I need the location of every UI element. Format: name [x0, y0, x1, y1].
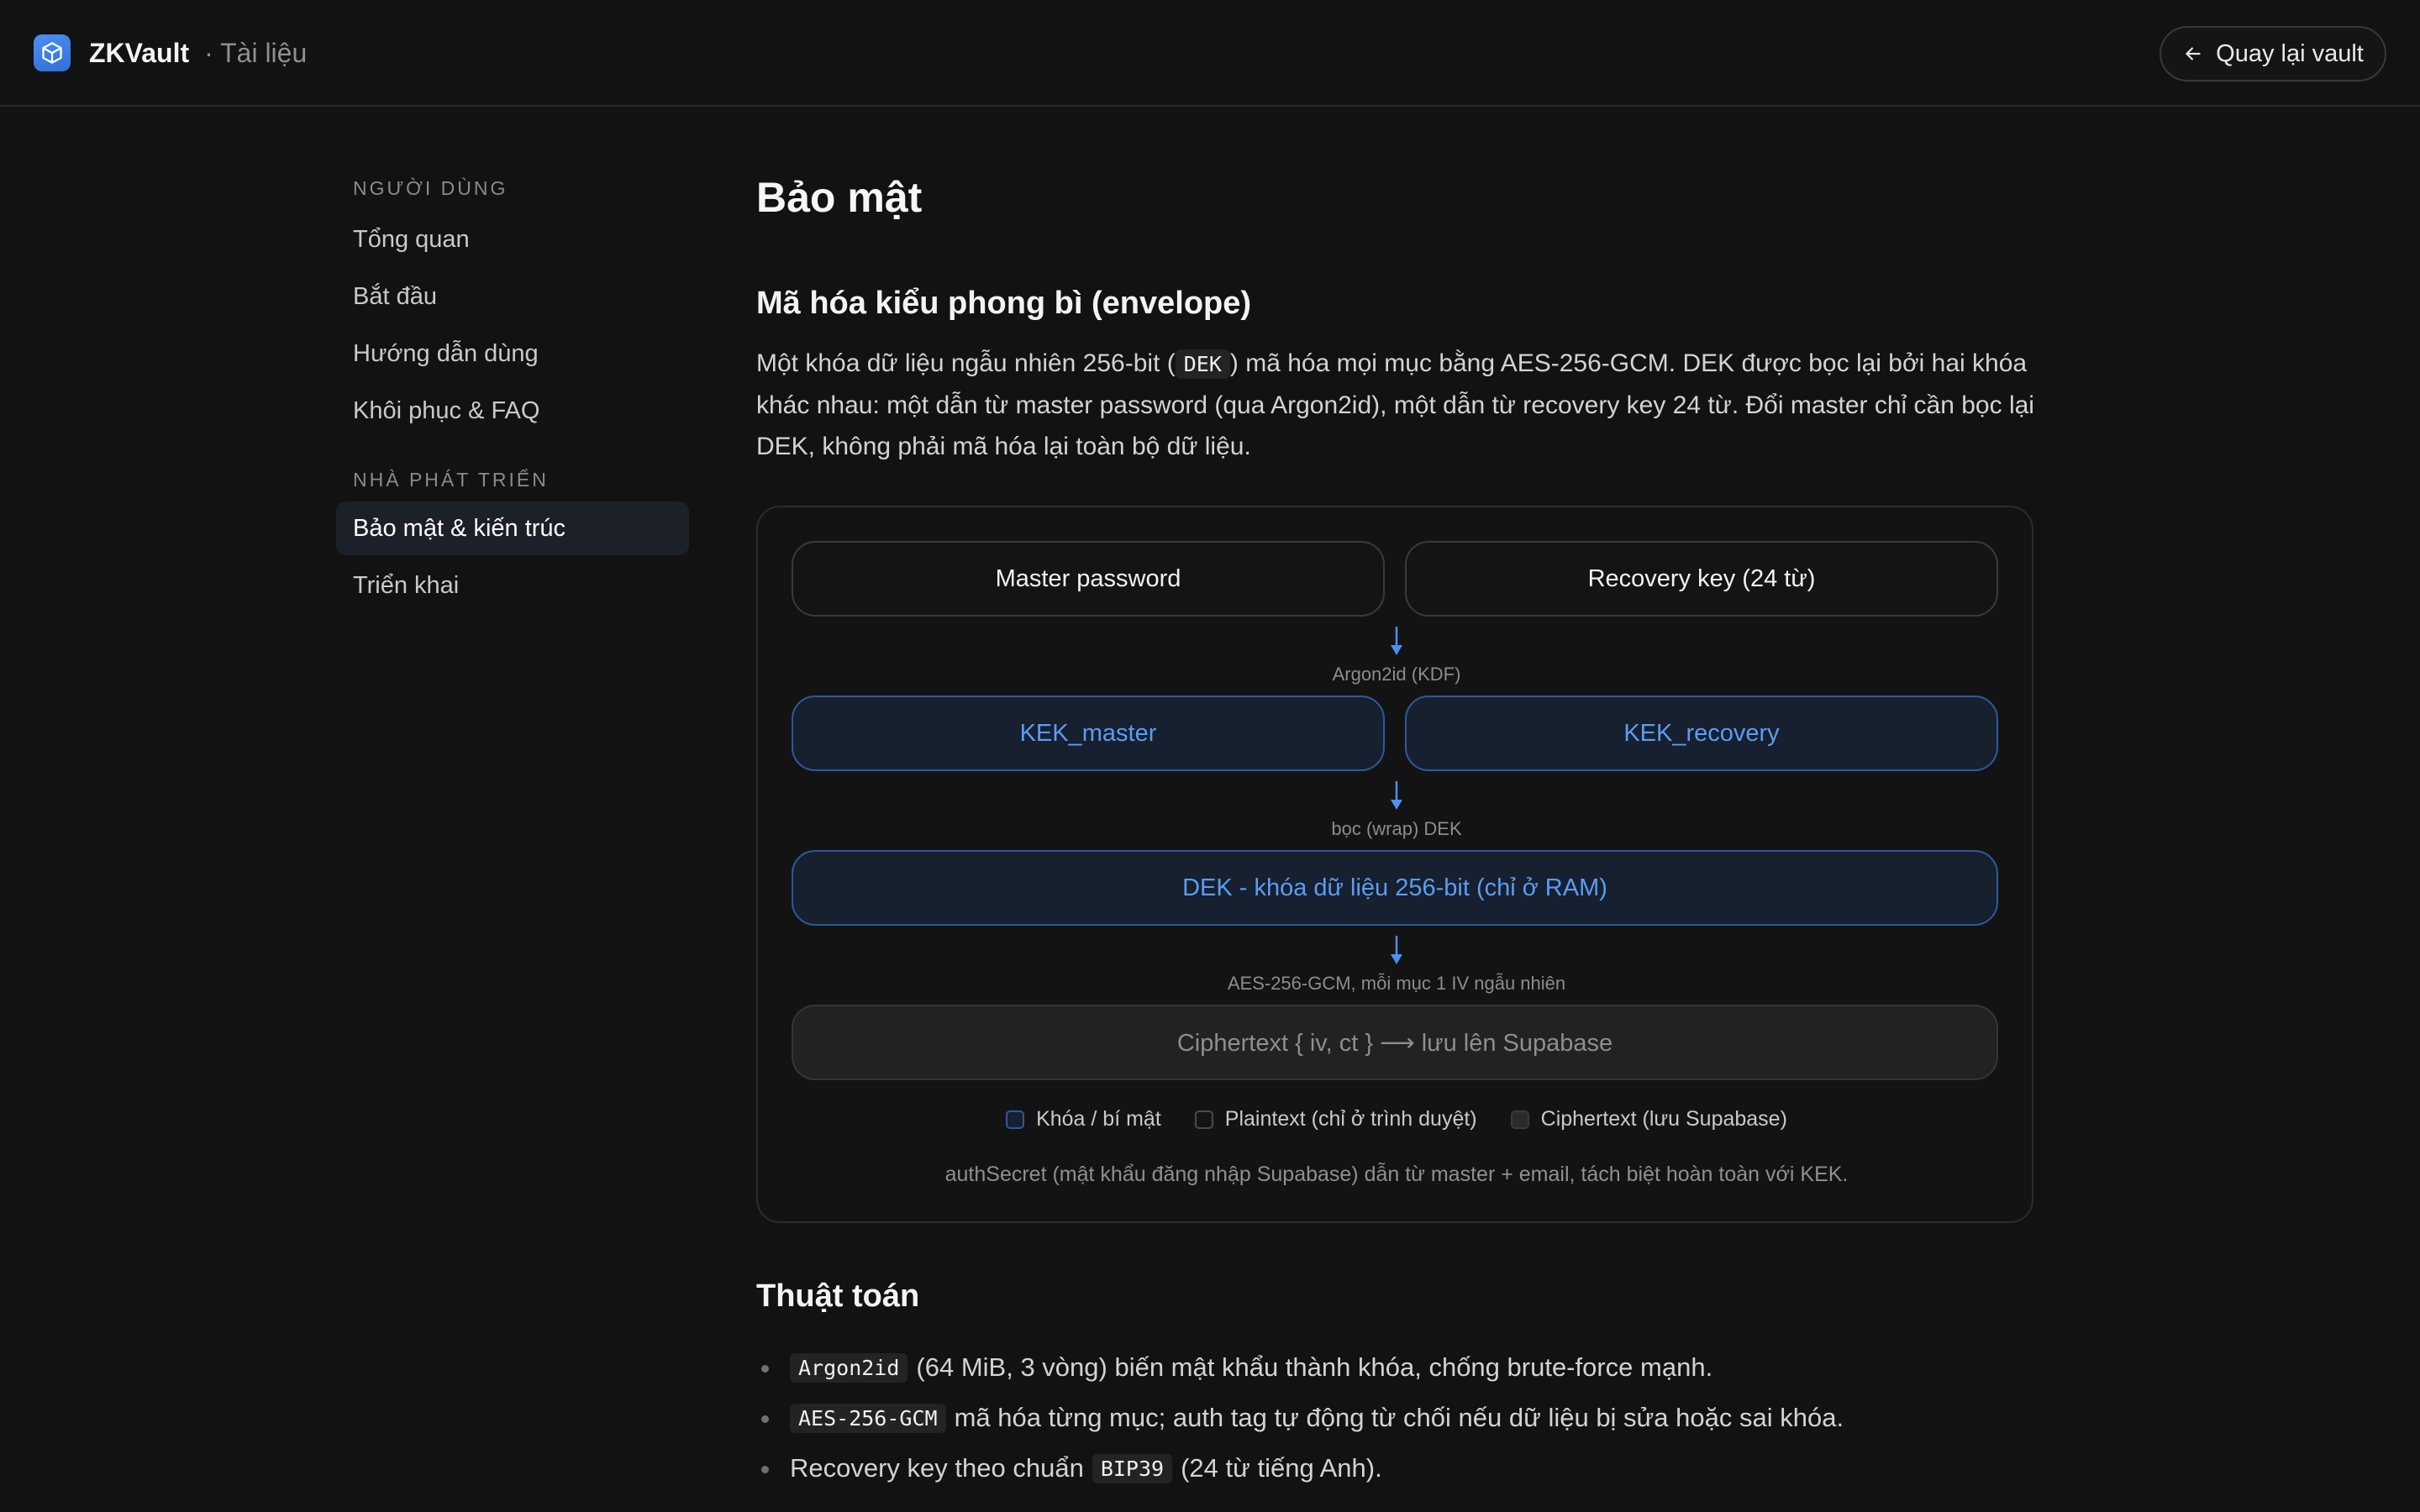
sidebar-group-title: NHÀ PHÁT TRIỂN	[353, 469, 549, 491]
inline-code: AES-256-GCM	[790, 1403, 946, 1433]
bullet	[761, 1466, 769, 1473]
list-item: AES-256-GCM mã hóa từng mục; auth tag tự…	[756, 1393, 2101, 1443]
master-password-box: Master password	[792, 541, 1385, 617]
diagram-legend: Khóa / bí mật Plaintext (chỉ ở trình duy…	[758, 1107, 2035, 1131]
inline-code-dek: DEK	[1175, 349, 1230, 379]
sidebar-group-title: NGƯỜI DÙNG	[353, 177, 508, 199]
arrow-down-icon	[1391, 936, 1402, 964]
legend-label: Ciphertext (lưu Supabase)	[1540, 1107, 1787, 1131]
algorithms-heading: Thuật toán	[756, 1278, 920, 1314]
para-text: Một khóa dữ liệu ngẫu nhiên 256-bit (	[756, 349, 1176, 377]
list-item: Recovery key theo chuẩn BIP39 (24 từ tiế…	[756, 1443, 2101, 1494]
sidebar-item-deployment[interactable]: Triển khai	[336, 559, 689, 612]
legend-item-ciphertext: Ciphertext (lưu Supabase)	[1510, 1107, 1787, 1131]
list-item: Argon2id (64 MiB, 3 vòng) biến mật khẩu …	[756, 1342, 2101, 1393]
recovery-key-box: Recovery key (24 từ)	[1405, 541, 1998, 617]
sidebar-item-recovery-faq[interactable]: Khôi phục & FAQ	[336, 384, 689, 438]
kdf-step-label: Argon2id (KDF)	[1332, 664, 1461, 685]
arrow-down-icon	[1391, 781, 1402, 810]
arrow-down-icon	[1391, 627, 1402, 655]
kek-master-box: KEK_master	[792, 696, 1385, 771]
legend-item-key: Khóa / bí mật	[1006, 1107, 1161, 1131]
arrow-left-icon	[2186, 47, 2201, 60]
bullet	[761, 1415, 769, 1423]
envelope-heading: Mã hóa kiểu phong bì (envelope)	[756, 286, 1252, 321]
page-title: Bảo mật	[756, 174, 923, 221]
inline-code: Argon2id	[790, 1352, 908, 1383]
bullet	[761, 1365, 769, 1373]
ciphertext-box: Ciphertext { iv, ct } ⟶ lưu lên Supabase	[792, 1005, 1998, 1080]
sidebar-item-security-architecture[interactable]: Bảo mật & kiến trúc	[336, 501, 689, 555]
algorithms-list: Argon2id (64 MiB, 3 vòng) biến mật khẩu …	[756, 1342, 2101, 1494]
sidebar-item-usage-guide[interactable]: Hướng dẫn dùng	[336, 327, 689, 381]
back-button-label: Quay lại vault	[2216, 39, 2364, 67]
brand[interactable]: ZKVault · Tài liệu	[34, 34, 307, 71]
list-item-text: (24 từ tiếng Anh).	[1181, 1453, 1382, 1483]
kek-recovery-box: KEK_recovery	[1405, 696, 1998, 771]
list-item-text: Recovery key theo chuẩn	[790, 1453, 1084, 1483]
cube-logo-icon	[34, 34, 71, 71]
legend-swatch-plaintext	[1194, 1110, 1213, 1129]
encrypt-step-label: AES-256-GCM, mỗi mục 1 IV ngẫu nhiên	[1227, 973, 1566, 994]
sidebar-item-overview[interactable]: Tổng quan	[336, 213, 689, 266]
brand-name: ZKVault	[89, 37, 190, 68]
back-to-vault-button[interactable]: Quay lại vault	[2160, 26, 2386, 81]
envelope-paragraph: Một khóa dữ liệu ngẫu nhiên 256-bit (DEK…	[756, 343, 2042, 467]
docs-section-label: · Tài liệu	[204, 37, 308, 68]
legend-label: Khóa / bí mật	[1036, 1107, 1161, 1131]
inline-code: BIP39	[1092, 1453, 1173, 1483]
legend-swatch-ciphertext	[1510, 1110, 1529, 1129]
dek-box: DEK - khóa dữ liệu 256-bit (chỉ ở RAM)	[792, 850, 1998, 926]
wrap-step-label: bọc (wrap) DEK	[1331, 818, 1462, 839]
envelope-diagram: Master password Recovery key (24 từ) Arg…	[756, 506, 2033, 1223]
sidebar-item-getting-started[interactable]: Bắt đầu	[336, 270, 689, 323]
top-header: ZKVault · Tài liệu Quay lại vault	[0, 0, 2420, 107]
legend-label: Plaintext (chỉ ở trình duyệt)	[1224, 1107, 1477, 1131]
legend-item-plaintext: Plaintext (chỉ ở trình duyệt)	[1194, 1107, 1477, 1131]
list-item-text: (64 MiB, 3 vòng) biến mật khẩu thành khó…	[916, 1352, 1713, 1382]
legend-swatch-key	[1006, 1110, 1025, 1129]
list-item-text: mã hóa từng mục; auth tag tự động từ chố…	[954, 1403, 1844, 1432]
auth-secret-note: authSecret (mật khẩu đăng nhập Supabase)…	[944, 1163, 1849, 1186]
